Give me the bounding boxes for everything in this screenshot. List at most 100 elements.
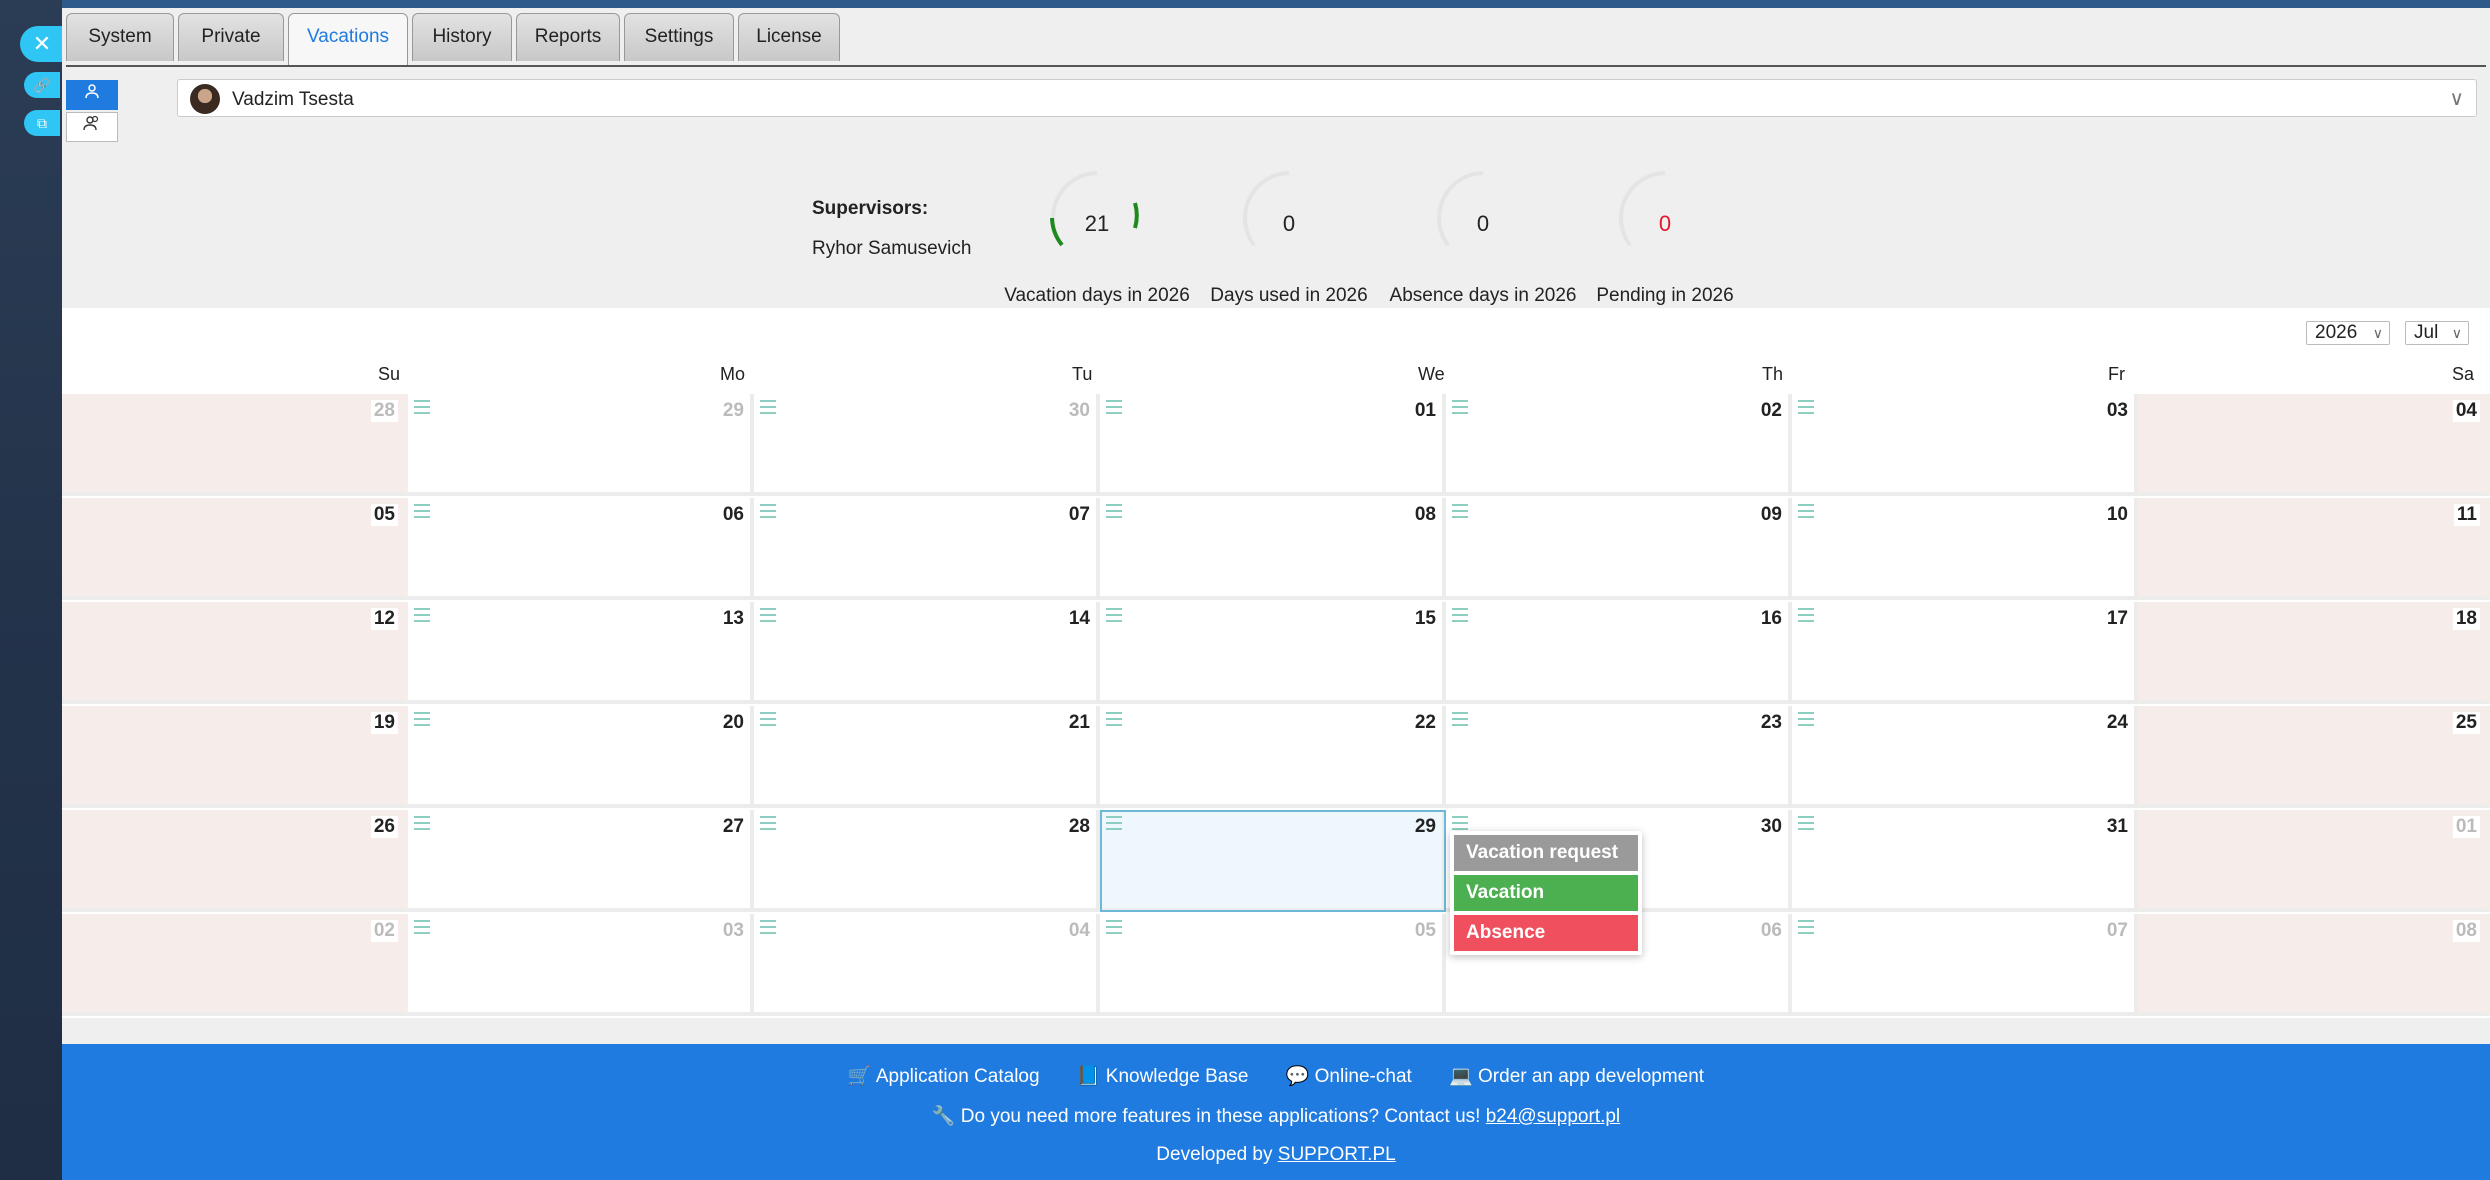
calendar-day-cell[interactable]: 20: [408, 706, 754, 808]
calendar-day-cell[interactable]: 01: [2138, 810, 2490, 912]
copy-link-button[interactable]: 🔗: [24, 72, 60, 98]
day-menu-icon[interactable]: [1798, 504, 1814, 522]
day-menu-icon[interactable]: [1452, 504, 1468, 522]
day-menu-icon[interactable]: [1106, 400, 1122, 418]
day-menu-icon[interactable]: [1106, 608, 1122, 626]
day-menu-icon[interactable]: [1452, 400, 1468, 418]
day-menu-icon[interactable]: [760, 400, 776, 418]
calendar-day-cell[interactable]: 02: [62, 914, 408, 1016]
tab-system[interactable]: System: [66, 13, 174, 61]
day-number: 28: [1068, 816, 1090, 837]
calendar-day-cell[interactable]: 11: [2138, 498, 2490, 600]
calendar-day-cell[interactable]: 28: [754, 810, 1100, 912]
order-app-link[interactable]: 💻 Order an app development: [1449, 1066, 1704, 1087]
calendar-day-cell[interactable]: 07: [1792, 914, 2138, 1016]
vacation-option[interactable]: Vacation: [1454, 875, 1638, 911]
calendar-day-cell[interactable]: 04: [2138, 394, 2490, 496]
day-number: 15: [1414, 608, 1436, 629]
calendar-day-cell[interactable]: 25: [2138, 706, 2490, 808]
calendar-day-cell[interactable]: 16: [1446, 602, 1792, 704]
tab-history[interactable]: History: [412, 13, 512, 61]
calendar-day-cell[interactable]: 29: [408, 394, 754, 496]
calendar-day-cell[interactable]: 21: [754, 706, 1100, 808]
day-menu-icon[interactable]: [1798, 712, 1814, 730]
day-menu-icon[interactable]: [760, 504, 776, 522]
employee-select[interactable]: Vadzim Tsesta ∨: [177, 79, 2477, 117]
calendar-day-cell[interactable]: 12: [62, 602, 408, 704]
open-new-window-button[interactable]: ⧉: [24, 110, 60, 136]
application-catalog-link[interactable]: 🛒 Application Catalog: [848, 1066, 1040, 1087]
day-menu-icon[interactable]: [1798, 608, 1814, 626]
day-menu-icon[interactable]: [760, 608, 776, 626]
tab-reports[interactable]: Reports: [516, 13, 620, 61]
calendar-day-cell[interactable]: 14: [754, 602, 1100, 704]
weekday-label: Sa: [2452, 364, 2475, 384]
tab-settings[interactable]: Settings: [624, 13, 734, 61]
calendar-day-cell[interactable]: 18: [2138, 602, 2490, 704]
calendar-day-cell[interactable]: 30: [754, 394, 1100, 496]
day-menu-icon[interactable]: [1452, 608, 1468, 626]
calendar-day-cell[interactable]: 26: [62, 810, 408, 912]
calendar-day-cell[interactable]: 04: [754, 914, 1100, 1016]
knowledge-base-link[interactable]: 📘 Knowledge Base: [1077, 1066, 1249, 1087]
calendar-day-cell[interactable]: 10: [1792, 498, 2138, 600]
month-select[interactable]: Jul ∨: [2405, 321, 2469, 345]
day-menu-icon[interactable]: [760, 816, 776, 834]
single-user-icon[interactable]: [66, 80, 118, 110]
day-menu-icon[interactable]: [1106, 816, 1122, 834]
day-menu-icon[interactable]: [1798, 816, 1814, 834]
calendar-day-cell[interactable]: 08: [1100, 498, 1446, 600]
calendar-day-cell[interactable]: 17: [1792, 602, 2138, 704]
tab-private[interactable]: Private: [178, 13, 284, 61]
calendar-day-cell[interactable]: 03: [408, 914, 754, 1016]
tab-vacations[interactable]: Vacations: [288, 13, 408, 65]
day-menu-icon[interactable]: [414, 608, 430, 626]
calendar-day-cell[interactable]: 29: [1100, 810, 1446, 912]
day-menu-icon[interactable]: [414, 920, 430, 938]
day-menu-icon[interactable]: [1798, 920, 1814, 938]
close-slider-button[interactable]: ✕: [20, 26, 64, 62]
vacation-request-option[interactable]: Vacation request: [1454, 835, 1638, 871]
calendar-day-cell[interactable]: 23: [1446, 706, 1792, 808]
calendar-day-cell[interactable]: 01: [1100, 394, 1446, 496]
developer-link[interactable]: SUPPORT.PL: [1278, 1144, 1396, 1165]
day-menu-icon[interactable]: [1452, 712, 1468, 730]
calendar-day-cell[interactable]: 02: [1446, 394, 1792, 496]
day-menu-icon[interactable]: [1106, 920, 1122, 938]
tab-license[interactable]: License: [738, 13, 840, 61]
calendar-day-cell[interactable]: 09: [1446, 498, 1792, 600]
absence-option[interactable]: Absence: [1454, 915, 1638, 951]
calendar-day-cell[interactable]: 13: [408, 602, 754, 704]
online-chat-link[interactable]: 💬 Online-chat: [1286, 1066, 1412, 1087]
calendar-day-cell[interactable]: 19: [62, 706, 408, 808]
calendar-day-cell[interactable]: 24: [1792, 706, 2138, 808]
year-select[interactable]: 2026 ∨: [2306, 321, 2390, 345]
day-menu-icon[interactable]: [1106, 712, 1122, 730]
day-menu-icon[interactable]: [414, 400, 430, 418]
tab-bar: System Private Vacations History Reports…: [66, 13, 2486, 67]
calendar-day-cell[interactable]: 05: [1100, 914, 1446, 1016]
calendar-day-cell[interactable]: 05: [62, 498, 408, 600]
calendar-day-cell[interactable]: 06: [408, 498, 754, 600]
calendar-day-cell[interactable]: 15: [1100, 602, 1446, 704]
day-menu-icon[interactable]: [760, 920, 776, 938]
contact-email-link[interactable]: b24@support.pl: [1486, 1106, 1620, 1127]
day-menu-icon[interactable]: [1798, 400, 1814, 418]
calendar-day-cell[interactable]: 31: [1792, 810, 2138, 912]
day-menu-icon[interactable]: [414, 816, 430, 834]
day-number: 29: [1414, 816, 1436, 837]
calendar-day-cell[interactable]: 27: [408, 810, 754, 912]
day-menu-icon[interactable]: [414, 712, 430, 730]
calendar-day-cell[interactable]: 22: [1100, 706, 1446, 808]
day-menu-icon[interactable]: [1106, 504, 1122, 522]
day-menu-icon[interactable]: [414, 504, 430, 522]
group-users-icon[interactable]: [66, 112, 118, 142]
calendar-day-cell[interactable]: 08: [2138, 914, 2490, 1016]
portal-top-strip: [62, 0, 2490, 8]
calendar-day-cell[interactable]: 28: [62, 394, 408, 496]
cart-icon: 🛒: [847, 1066, 872, 1087]
day-number: 23: [1760, 712, 1782, 733]
day-menu-icon[interactable]: [760, 712, 776, 730]
calendar-day-cell[interactable]: 03: [1792, 394, 2138, 496]
calendar-day-cell[interactable]: 07: [754, 498, 1100, 600]
